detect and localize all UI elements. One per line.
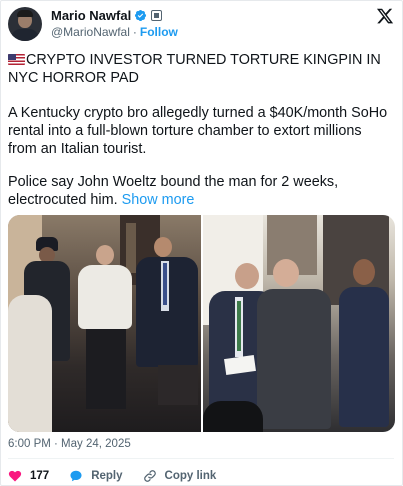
post-paragraph-1: A Kentucky crypto bro allegedly turned a… — [8, 105, 388, 157]
headline-text: CRYPTO INVESTOR TURNED TORTURE KINGPIN I… — [8, 52, 381, 86]
post-media — [8, 215, 395, 432]
post-header: Mario Nawfal @MarioNawfal · Follow — [8, 7, 394, 43]
action-bar: 177 Reply Copy link — [8, 467, 236, 485]
media-photo-left[interactable] — [8, 215, 201, 432]
post-timestamp[interactable]: 6:00 PM · May 24, 2025 — [8, 438, 131, 450]
like-button[interactable]: 177 — [8, 469, 49, 483]
like-count: 177 — [30, 470, 50, 482]
post-paragraph-2: Police say John Woeltz bound the man for… — [8, 173, 392, 209]
author-handle-row: @MarioNawfal · Follow — [51, 24, 178, 39]
copy-link-label: Copy link — [164, 470, 217, 482]
us-flag-icon — [8, 54, 25, 65]
heart-icon — [8, 470, 22, 482]
post-card[interactable]: Mario Nawfal @MarioNawfal · Follow CRYPT… — [0, 0, 403, 486]
show-more-link[interactable]: Show more — [122, 192, 195, 208]
actions-divider — [8, 458, 394, 459]
author-handle[interactable]: @MarioNawfal — [51, 25, 130, 39]
author-meta: Mario Nawfal @MarioNawfal · Follow — [51, 7, 178, 39]
media-photo-right[interactable] — [202, 215, 395, 432]
reply-label: Reply — [91, 470, 123, 482]
separator-dot: · — [132, 24, 137, 39]
author-avatar[interactable] — [8, 7, 42, 41]
author-name-row: Mario Nawfal — [51, 7, 178, 24]
follow-button[interactable]: Follow — [140, 25, 178, 39]
speech-bubble-icon — [70, 470, 82, 482]
affiliation-badge-icon[interactable] — [151, 10, 163, 21]
copy-link-button[interactable]: Copy link — [143, 469, 217, 483]
post-headline: CRYPTO INVESTOR TURNED TORTURE KINGPIN I… — [8, 51, 392, 87]
reply-button[interactable]: Reply — [69, 469, 123, 483]
link-icon — [143, 470, 156, 482]
author-display-name[interactable]: Mario Nawfal — [51, 8, 131, 23]
x-logo-icon[interactable] — [376, 7, 394, 25]
verified-badge-icon — [135, 9, 147, 22]
